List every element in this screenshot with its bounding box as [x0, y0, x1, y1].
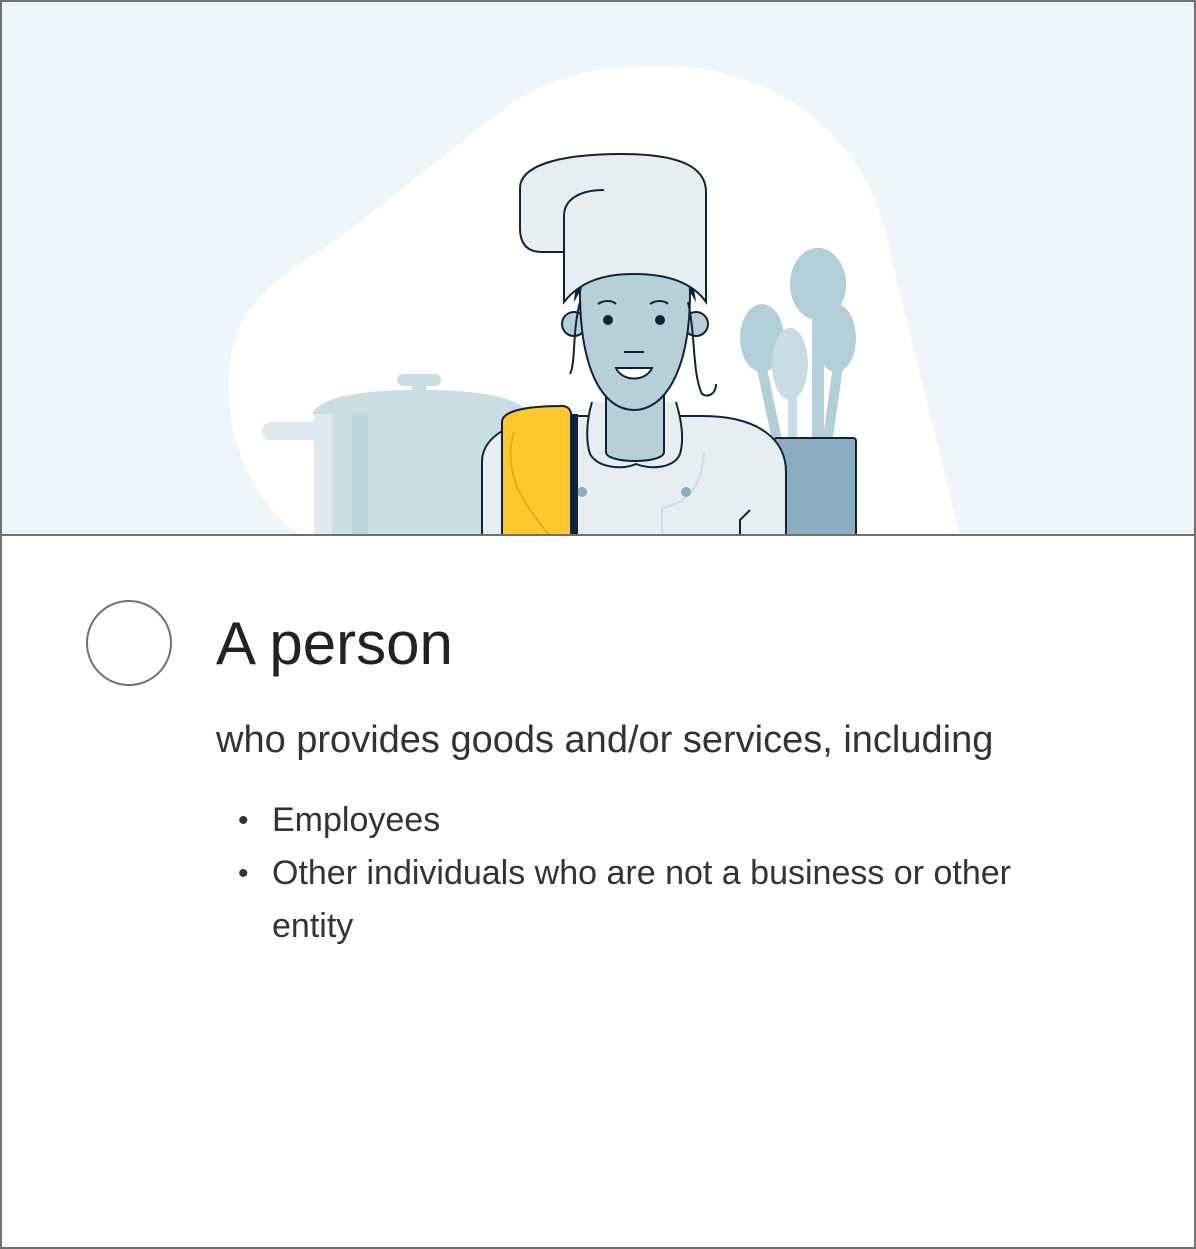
chef-illustration: [228, 66, 960, 534]
bullet-text: Employees: [272, 801, 441, 839]
bullet-glyph: •: [238, 804, 249, 837]
bullet-item-employees: • Employees: [238, 794, 1098, 847]
bullet-glyph: •: [238, 857, 249, 890]
radio-button[interactable]: [86, 600, 172, 686]
bullet-list: • Employees • Other individuals who are …: [238, 794, 1098, 953]
option-title: A person: [216, 610, 453, 677]
bullet-text: Other individuals who are not a business…: [272, 854, 1011, 945]
option-subtitle: who provides goods and/or services, incl…: [216, 719, 994, 761]
bullet-item-other-individuals: • Other individuals who are not a busine…: [238, 847, 1098, 953]
illustration-panel: [2, 2, 1194, 536]
option-card-person[interactable]: A person who provides goods and/or servi…: [0, 0, 1196, 1249]
